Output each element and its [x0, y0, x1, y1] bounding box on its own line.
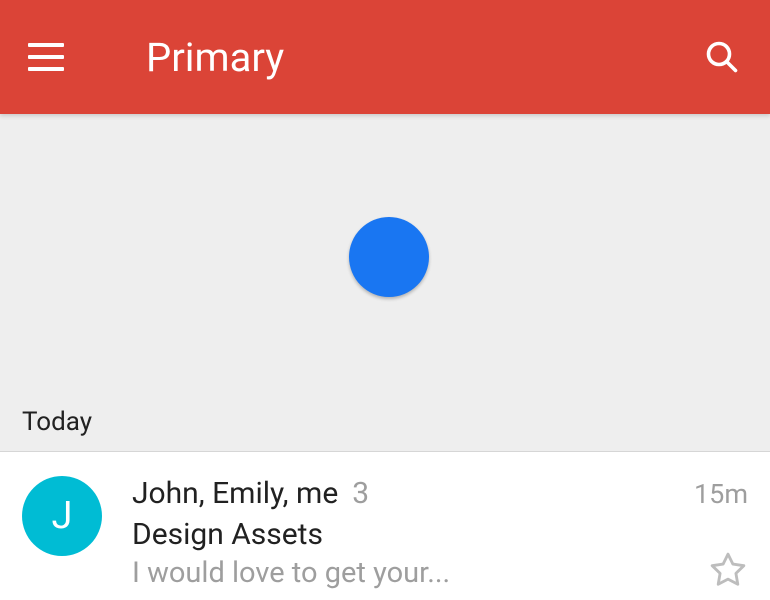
subject: Design Assets: [132, 517, 678, 552]
sender-line: John, Emily, me 3: [132, 476, 678, 511]
thread-count: 3: [352, 476, 369, 511]
loading-indicator: [349, 217, 429, 297]
timestamp: 15m: [694, 478, 748, 510]
app-bar: Primary: [0, 0, 770, 114]
email-meta: 15m: [694, 476, 748, 590]
loading-area: [0, 114, 770, 407]
app-title: Primary: [146, 34, 702, 81]
search-icon[interactable]: [702, 37, 742, 77]
senders: John, Emily, me: [132, 476, 338, 511]
star-icon[interactable]: [708, 550, 748, 590]
section-header: Today: [0, 407, 770, 451]
email-content: John, Emily, me 3 Design Assets I would …: [132, 476, 678, 590]
avatar[interactable]: J: [22, 476, 102, 556]
preview: I would love to get your...: [132, 556, 678, 590]
menu-icon[interactable]: [28, 43, 64, 71]
